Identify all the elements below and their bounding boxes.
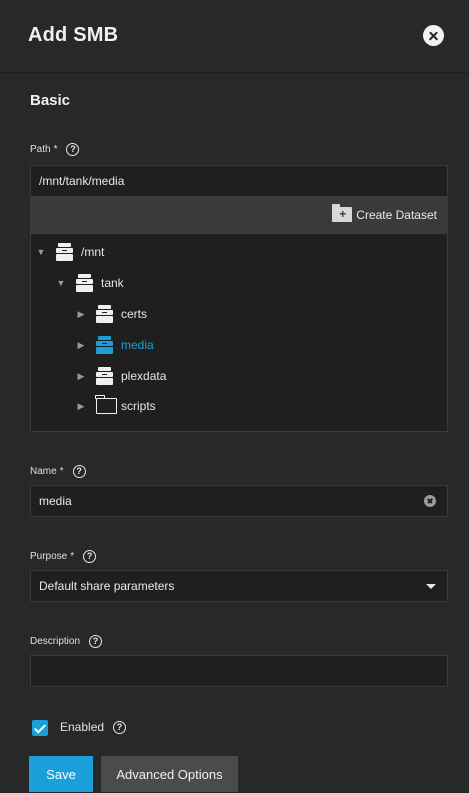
- description-label-row: Description ?: [30, 635, 103, 648]
- chevron-down-icon: [426, 584, 436, 589]
- dataset-icon: [96, 305, 113, 323]
- save-button[interactable]: Save: [29, 756, 93, 792]
- tree-node-tank[interactable]: ▼ tank: [55, 274, 124, 292]
- name-label-row: Name * ?: [30, 465, 86, 478]
- tree-node-label: plexdata: [121, 369, 167, 383]
- purpose-label: Purpose: [30, 551, 68, 562]
- collapsed-arrow-icon[interactable]: ▶: [75, 340, 87, 351]
- help-icon[interactable]: ?: [66, 143, 80, 156]
- enabled-checkbox[interactable]: [32, 720, 48, 736]
- help-icon[interactable]: ?: [72, 465, 86, 478]
- folder-plus-icon: +: [332, 204, 353, 222]
- tree-node-label: tank: [101, 276, 124, 290]
- purpose-label-row: Purpose * ?: [30, 550, 97, 563]
- tree-toolbar: + Create Dataset: [31, 197, 447, 234]
- close-icon[interactable]: [423, 25, 444, 46]
- expanded-arrow-icon[interactable]: ▼: [35, 247, 47, 257]
- description-input[interactable]: [30, 655, 448, 687]
- tree-node-label: media: [121, 338, 154, 352]
- path-required-mark: *: [53, 144, 58, 155]
- name-input[interactable]: media: [30, 485, 448, 517]
- path-label-row: Path * ?: [30, 143, 80, 156]
- tree-node-label: scripts: [121, 399, 156, 413]
- collapsed-arrow-icon[interactable]: ▶: [75, 401, 87, 412]
- tree-node-plexdata[interactable]: ▶ plexdata: [75, 367, 166, 385]
- purpose-required-mark: *: [70, 551, 75, 562]
- help-icon[interactable]: ?: [83, 550, 97, 563]
- advanced-options-button[interactable]: Advanced Options: [101, 756, 238, 792]
- description-label: Description: [30, 636, 81, 647]
- dataset-icon: [96, 367, 113, 385]
- tree-node-certs[interactable]: ▶ certs: [75, 305, 147, 323]
- help-icon[interactable]: ?: [113, 720, 127, 734]
- collapsed-arrow-icon[interactable]: ▶: [75, 309, 87, 320]
- tree-node-scripts[interactable]: ▶ scripts: [75, 395, 156, 414]
- enabled-label: Enabled: [60, 720, 105, 734]
- path-label: Path: [30, 144, 51, 155]
- tree-node-media[interactable]: ▶ media: [75, 336, 154, 354]
- folder-icon: [95, 395, 117, 414]
- clear-icon[interactable]: [424, 495, 436, 507]
- purpose-value: Default share parameters: [39, 579, 175, 593]
- tree-node-label: /mnt: [81, 245, 105, 259]
- name-label: Name: [30, 466, 57, 477]
- name-required-mark: *: [59, 466, 64, 477]
- expanded-arrow-icon[interactable]: ▼: [55, 278, 67, 288]
- path-input[interactable]: /mnt/tank/media: [30, 165, 448, 197]
- name-value: media: [39, 494, 72, 508]
- dataset-icon: [96, 336, 113, 354]
- dataset-icon: [76, 274, 93, 292]
- create-dataset-button[interactable]: + Create Dataset: [332, 204, 437, 222]
- dataset-tree: + Create Dataset ▼ /mnt ▼ tank ▶ certs ▶…: [30, 197, 448, 432]
- dataset-icon: [56, 243, 73, 261]
- create-dataset-label: Create Dataset: [356, 207, 437, 222]
- tree-node-mnt[interactable]: ▼ /mnt: [35, 243, 104, 261]
- dialog-header: Add SMB: [0, 0, 469, 73]
- section-title: Basic: [30, 92, 71, 109]
- purpose-select[interactable]: Default share parameters: [30, 570, 448, 602]
- dialog-title: Add SMB: [28, 24, 119, 46]
- enabled-label-row: Enabled ?: [60, 720, 127, 734]
- help-icon[interactable]: ?: [89, 635, 103, 648]
- collapsed-arrow-icon[interactable]: ▶: [75, 371, 87, 382]
- tree-node-label: certs: [121, 307, 148, 321]
